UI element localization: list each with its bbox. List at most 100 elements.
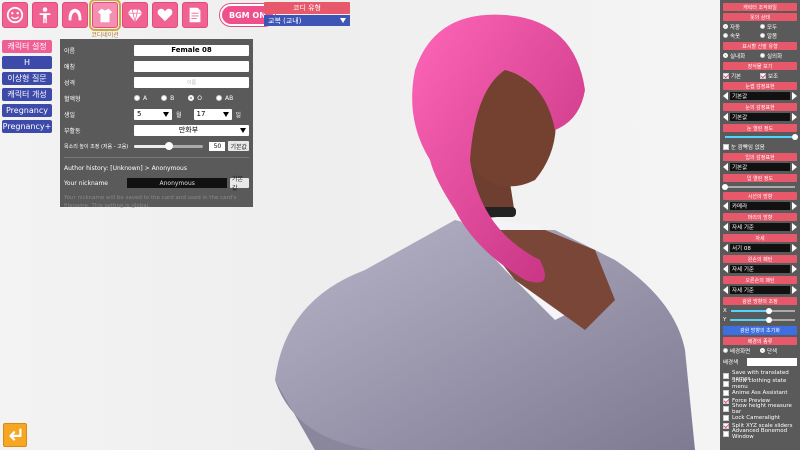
- plugin-option-checkbox[interactable]: Advanced Bonemod Window: [723, 428, 797, 440]
- checkbox-label: 보조: [768, 73, 779, 80]
- voice-pitch-fill: [134, 144, 169, 148]
- birthday-label: 생일: [64, 111, 76, 119]
- tab-pregnancy[interactable]: Pregnancy: [2, 104, 52, 117]
- blood-type-b-radio[interactable]: B: [161, 95, 174, 102]
- background-color-field[interactable]: [747, 357, 797, 366]
- blood-type-label: 혈액형: [64, 95, 81, 103]
- arrow-left-icon[interactable]: [723, 265, 728, 273]
- slider-knob[interactable]: [722, 184, 728, 190]
- plugin-option-checkbox[interactable]: Anime Ass Assistant: [723, 389, 797, 397]
- arrow-right-icon[interactable]: [792, 223, 797, 231]
- pose-header: 자세: [723, 234, 797, 242]
- arrow-left-icon[interactable]: [723, 286, 728, 294]
- background-color-label: 배경색: [723, 359, 739, 366]
- right-control-panel: 캐릭터 조작화일 옷의 상태 자동 모두 속옷 알몸 표시할 신발 유형 실내화…: [720, 0, 800, 450]
- heart-icon[interactable]: [152, 2, 178, 28]
- back-button[interactable]: [3, 423, 27, 447]
- blood-type-ab-radio[interactable]: AB: [215, 95, 233, 102]
- background-solid-radio[interactable]: 단색: [760, 346, 797, 355]
- document-icon[interactable]: [182, 2, 208, 28]
- eyebrow-expression-header: 눈썹 감정표현: [723, 82, 797, 90]
- arrow-right-icon[interactable]: [792, 163, 797, 171]
- clothing-state-group: 자동 모두 속옷 알몸: [723, 22, 797, 40]
- background-image-radio[interactable]: 배경화면: [723, 346, 760, 355]
- tab-pregnancy-plus[interactable]: Pregnancy+: [2, 120, 52, 133]
- light-y-slider[interactable]: [730, 316, 795, 323]
- radio-label: 실외화: [767, 53, 783, 60]
- arrow-right-icon[interactable]: [792, 265, 797, 273]
- nickname-default-button[interactable]: 기본값: [230, 176, 249, 192]
- eye-expression-value: 기본값: [730, 113, 790, 121]
- mouth-expression-value: 기본값: [730, 163, 790, 171]
- plugin-option-checkbox[interactable]: Show height measure bar: [723, 403, 797, 415]
- face-icon[interactable]: [2, 2, 28, 28]
- nickname-field[interactable]: [134, 60, 249, 72]
- eye-open-header: 눈 열린 정도: [723, 124, 797, 132]
- light-x-slider[interactable]: [730, 307, 795, 314]
- pose-stepper: 서기 08: [723, 243, 797, 253]
- arrow-right-icon[interactable]: [792, 113, 797, 121]
- mouth-open-slider[interactable]: [722, 184, 795, 190]
- voice-default-button[interactable]: 기본값: [228, 141, 249, 151]
- radio-dot: [760, 53, 765, 58]
- tab-character-traits[interactable]: 캐릭터 개성: [2, 88, 52, 101]
- name-field[interactable]: Female 08: [134, 44, 249, 56]
- arrow-left-icon[interactable]: [723, 163, 728, 171]
- tab-character-settings[interactable]: 캐릭터 설정: [2, 40, 52, 53]
- day-value: 17: [196, 110, 206, 118]
- accessory-sub-checkbox[interactable]: 보조: [760, 71, 797, 80]
- clothing-state-all-radio[interactable]: 모두: [760, 22, 797, 31]
- character-viewport[interactable]: [255, 0, 720, 450]
- hair-icon[interactable]: [62, 2, 88, 28]
- accessory-main-checkbox[interactable]: 기본: [723, 71, 760, 80]
- slider-knob[interactable]: [766, 307, 773, 314]
- clothing-state-underwear-radio[interactable]: 속옷: [723, 31, 760, 40]
- club-select[interactable]: 만화부: [134, 124, 249, 136]
- right-panel-header: 캐릭터 조작화일: [723, 3, 797, 11]
- slider-knob[interactable]: [766, 316, 773, 323]
- eye-open-slider[interactable]: [725, 134, 798, 140]
- shoe-indoor-radio[interactable]: 실내화: [723, 51, 760, 60]
- arrow-right-icon[interactable]: [792, 92, 797, 100]
- light-reset-button[interactable]: 광원 방향의 초기화: [723, 326, 797, 335]
- coordinate-type-select[interactable]: 교복 (교내): [264, 15, 350, 26]
- arrow-left-icon[interactable]: [723, 202, 728, 210]
- checkbox-label: 눈 깜빡임 없음: [731, 144, 765, 151]
- radio-label: 배경화면: [730, 348, 751, 355]
- slider-knob[interactable]: [792, 134, 798, 140]
- clothes-icon[interactable]: [89, 0, 121, 31]
- voice-pitch-knob[interactable]: [164, 141, 173, 150]
- arrow-right-icon[interactable]: [792, 286, 797, 294]
- voice-pitch-value[interactable]: 50: [209, 141, 226, 151]
- arrow-left-icon[interactable]: [723, 113, 728, 121]
- arrow-right-icon[interactable]: [792, 202, 797, 210]
- shoe-outdoor-radio[interactable]: 실외화: [760, 51, 797, 60]
- day-unit: 일: [235, 111, 242, 119]
- no-blink-checkbox[interactable]: 눈 깜빡임 없음: [723, 142, 797, 151]
- clothing-state-auto-radio[interactable]: 자동: [723, 22, 760, 31]
- blood-type-o-radio[interactable]: O: [188, 95, 202, 102]
- month-select[interactable]: 5: [134, 108, 172, 120]
- tab-ideal-questions[interactable]: 이상형 질문: [2, 72, 52, 85]
- checkbox: [723, 431, 729, 438]
- radio-label: 실내화: [730, 53, 746, 60]
- body-icon[interactable]: [32, 2, 58, 28]
- accessory-icon[interactable]: [122, 2, 148, 28]
- clothing-state-naked-radio[interactable]: 알몸: [760, 31, 797, 40]
- gaze-direction-stepper: 카메라: [723, 201, 797, 211]
- day-select[interactable]: 17: [193, 108, 232, 120]
- blood-type-a-radio[interactable]: A: [134, 95, 147, 102]
- radio-dot: [723, 348, 728, 353]
- radio-label: 알몸: [767, 33, 778, 40]
- arrow-left-icon[interactable]: [723, 92, 728, 100]
- plugin-option-checkbox[interactable]: Show clothing state menu: [723, 378, 797, 390]
- your-nickname-field[interactable]: Anonymous: [127, 178, 227, 188]
- personality-field[interactable]: 이름: [134, 76, 249, 88]
- right-hand-stepper: 자세 기준: [723, 285, 797, 295]
- arrow-right-icon[interactable]: [792, 244, 797, 252]
- name-label: 이름: [64, 47, 76, 55]
- voice-pitch-slider[interactable]: [134, 141, 204, 150]
- arrow-left-icon[interactable]: [723, 244, 728, 252]
- tab-h[interactable]: H: [2, 56, 52, 69]
- arrow-left-icon[interactable]: [723, 223, 728, 231]
